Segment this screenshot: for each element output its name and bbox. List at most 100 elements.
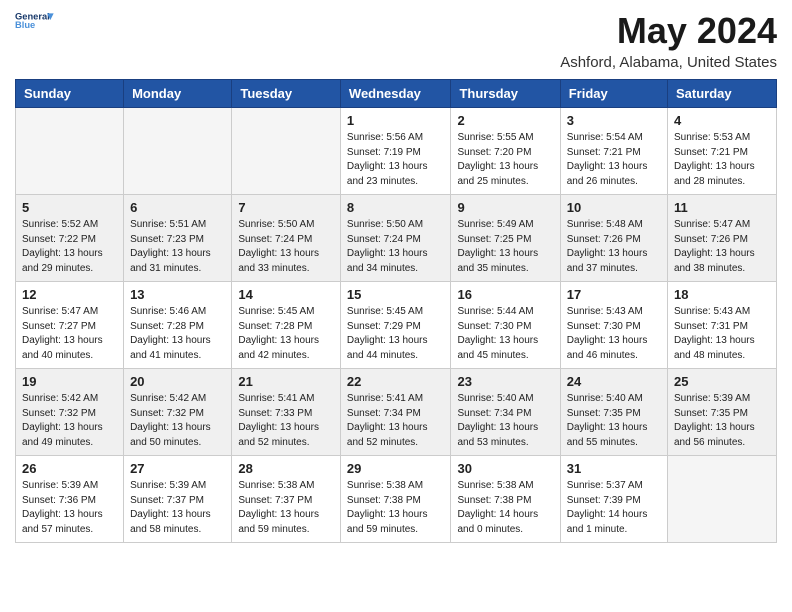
day-number: 24 <box>567 374 661 389</box>
page-header: General Blue May 2024 Ashford, Alabama, … <box>15 10 777 71</box>
day-info: Sunrise: 5:38 AM Sunset: 7:37 PM Dayligh… <box>238 479 334 537</box>
table-row: 5 Sunrise: 5:52 AM Sunset: 7:22 PM Daylig… <box>16 195 124 282</box>
col-saturday: Saturday <box>668 80 777 108</box>
day-number: 20 <box>130 374 225 389</box>
day-number: 10 <box>567 200 661 215</box>
day-info: Sunrise: 5:52 AM Sunset: 7:22 PM Dayligh… <box>22 218 117 276</box>
table-row <box>16 108 124 195</box>
day-info: Sunrise: 5:41 AM Sunset: 7:34 PM Dayligh… <box>347 392 445 450</box>
day-number: 3 <box>567 113 661 128</box>
calendar-week-row: 5 Sunrise: 5:52 AM Sunset: 7:22 PM Daylig… <box>16 195 777 282</box>
day-number: 4 <box>674 113 770 128</box>
month-year-title: May 2024 <box>560 10 777 52</box>
table-row: 1Sunrise: 5:56 AM Sunset: 7:19 PM Daylig… <box>340 108 451 195</box>
day-info: Sunrise: 5:46 AM Sunset: 7:28 PM Dayligh… <box>130 305 225 363</box>
logo-svg: General Blue <box>15 10 55 30</box>
day-number: 15 <box>347 287 445 302</box>
table-row: 12Sunrise: 5:47 AM Sunset: 7:27 PM Dayli… <box>16 282 124 369</box>
col-thursday: Thursday <box>451 80 560 108</box>
day-number: 29 <box>347 461 445 476</box>
table-row: 29 Sunrise: 5:38 AM Sunset: 7:38 PM Dayli… <box>340 456 451 543</box>
table-row: 19Sunrise: 5:42 AM Sunset: 7:32 PM Dayli… <box>16 369 124 456</box>
calendar-week-row: 19 Sunrise: 5:42 AM Sunset: 7:32 PM Dayli… <box>16 369 777 456</box>
day-number: 5 <box>22 200 117 215</box>
col-monday: Monday <box>124 80 232 108</box>
day-number: 21 <box>238 374 334 389</box>
day-number: 22 <box>347 374 445 389</box>
table-row: 30 Sunrise: 5:38 AM Sunset: 7:38 PM Dayli… <box>451 456 560 543</box>
day-info: Sunrise: 5:40 AM Sunset: 7:34 PM Dayligh… <box>457 392 553 450</box>
day-number: 11 <box>674 200 770 215</box>
col-wednesday: Wednesday <box>340 80 451 108</box>
day-number: 9 <box>457 200 553 215</box>
day-info: Sunrise: 5:50 AM Sunset: 7:24 PM Dayligh… <box>238 218 334 276</box>
day-info: Sunrise: 5:38 AM Sunset: 7:38 PM Dayligh… <box>457 479 553 537</box>
table-row: 4 Sunrise: 5:53 AM Sunset: 7:21 PM Daylig… <box>668 108 777 195</box>
day-info: Sunrise: 5:39 AM Sunset: 7:35 PM Dayligh… <box>674 392 770 450</box>
table-row: 22 Sunrise: 5:41 AM Sunset: 7:34 PM Dayli… <box>340 369 451 456</box>
day-info: Sunrise: 5:48 AM Sunset: 7:26 PM Dayligh… <box>567 218 661 276</box>
day-number: 23 <box>457 374 553 389</box>
day-info: Sunrise: 5:45 AM Sunset: 7:28 PM Dayligh… <box>238 305 334 363</box>
col-sunday: Sunday <box>16 80 124 108</box>
table-row: 3 Sunrise: 5:54 AM Sunset: 7:21 PM Daylig… <box>560 108 667 195</box>
day-info: Sunrise: 5:49 AM Sunset: 7:25 PM Dayligh… <box>457 218 553 276</box>
table-row: 9 Sunrise: 5:49 AM Sunset: 7:25 PM Daylig… <box>451 195 560 282</box>
day-info: Sunrise: 5:39 AM Sunset: 7:37 PM Dayligh… <box>130 479 225 537</box>
day-number: 6 <box>130 200 225 215</box>
day-number: 27 <box>130 461 225 476</box>
day-info: Sunrise: 5:43 AM Sunset: 7:30 PM Dayligh… <box>567 305 661 363</box>
table-row: 24Sunrise: 5:40 AM Sunset: 7:35 PM Dayli… <box>560 369 667 456</box>
day-info: Sunrise: 5:54 AM Sunset: 7:21 PM Dayligh… <box>567 131 661 189</box>
day-number: 16 <box>457 287 553 302</box>
day-number: 30 <box>457 461 553 476</box>
svg-text:Blue: Blue <box>15 20 35 30</box>
calendar-week-row: 1Sunrise: 5:56 AM Sunset: 7:19 PM Daylig… <box>16 108 777 195</box>
col-tuesday: Tuesday <box>232 80 341 108</box>
logo: General Blue <box>15 10 55 30</box>
day-number: 18 <box>674 287 770 302</box>
day-info: Sunrise: 5:51 AM Sunset: 7:23 PM Dayligh… <box>130 218 225 276</box>
table-row <box>124 108 232 195</box>
day-number: 2 <box>457 113 553 128</box>
calendar-table: Sunday Monday Tuesday Wednesday Thursday… <box>15 79 777 543</box>
day-info: Sunrise: 5:45 AM Sunset: 7:29 PM Dayligh… <box>347 305 445 363</box>
day-number: 28 <box>238 461 334 476</box>
title-block: May 2024 Ashford, Alabama, United States <box>560 10 777 71</box>
table-row: 28 Sunrise: 5:38 AM Sunset: 7:37 PM Dayli… <box>232 456 341 543</box>
table-row: 17Sunrise: 5:43 AM Sunset: 7:30 PM Dayli… <box>560 282 667 369</box>
day-number: 8 <box>347 200 445 215</box>
table-row <box>668 456 777 543</box>
table-row: 13 Sunrise: 5:46 AM Sunset: 7:28 PM Dayli… <box>124 282 232 369</box>
day-info: Sunrise: 5:43 AM Sunset: 7:31 PM Dayligh… <box>674 305 770 363</box>
table-row: 31Sunrise: 5:37 AM Sunset: 7:39 PM Dayli… <box>560 456 667 543</box>
day-info: Sunrise: 5:44 AM Sunset: 7:30 PM Dayligh… <box>457 305 553 363</box>
day-number: 19 <box>22 374 117 389</box>
day-info: Sunrise: 5:39 AM Sunset: 7:36 PM Dayligh… <box>22 479 117 537</box>
table-row: 25 Sunrise: 5:39 AM Sunset: 7:35 PM Dayli… <box>668 369 777 456</box>
table-row: 20 Sunrise: 5:42 AM Sunset: 7:32 PM Dayli… <box>124 369 232 456</box>
table-row: 2 Sunrise: 5:55 AM Sunset: 7:20 PM Daylig… <box>451 108 560 195</box>
location-subtitle: Ashford, Alabama, United States <box>560 54 777 71</box>
day-number: 13 <box>130 287 225 302</box>
table-row: 23 Sunrise: 5:40 AM Sunset: 7:34 PM Dayli… <box>451 369 560 456</box>
day-info: Sunrise: 5:47 AM Sunset: 7:27 PM Dayligh… <box>22 305 117 363</box>
table-row: 8 Sunrise: 5:50 AM Sunset: 7:24 PM Daylig… <box>340 195 451 282</box>
table-row: 18 Sunrise: 5:43 AM Sunset: 7:31 PM Dayli… <box>668 282 777 369</box>
table-row: 15 Sunrise: 5:45 AM Sunset: 7:29 PM Dayli… <box>340 282 451 369</box>
day-number: 25 <box>674 374 770 389</box>
day-info: Sunrise: 5:53 AM Sunset: 7:21 PM Dayligh… <box>674 131 770 189</box>
day-number: 1 <box>347 113 445 128</box>
day-info: Sunrise: 5:50 AM Sunset: 7:24 PM Dayligh… <box>347 218 445 276</box>
day-number: 7 <box>238 200 334 215</box>
calendar-week-row: 12Sunrise: 5:47 AM Sunset: 7:27 PM Dayli… <box>16 282 777 369</box>
day-info: Sunrise: 5:42 AM Sunset: 7:32 PM Dayligh… <box>130 392 225 450</box>
day-number: 14 <box>238 287 334 302</box>
table-row: 26 Sunrise: 5:39 AM Sunset: 7:36 PM Dayli… <box>16 456 124 543</box>
day-number: 31 <box>567 461 661 476</box>
day-info: Sunrise: 5:38 AM Sunset: 7:38 PM Dayligh… <box>347 479 445 537</box>
day-info: Sunrise: 5:55 AM Sunset: 7:20 PM Dayligh… <box>457 131 553 189</box>
day-number: 26 <box>22 461 117 476</box>
table-row <box>232 108 341 195</box>
col-friday: Friday <box>560 80 667 108</box>
